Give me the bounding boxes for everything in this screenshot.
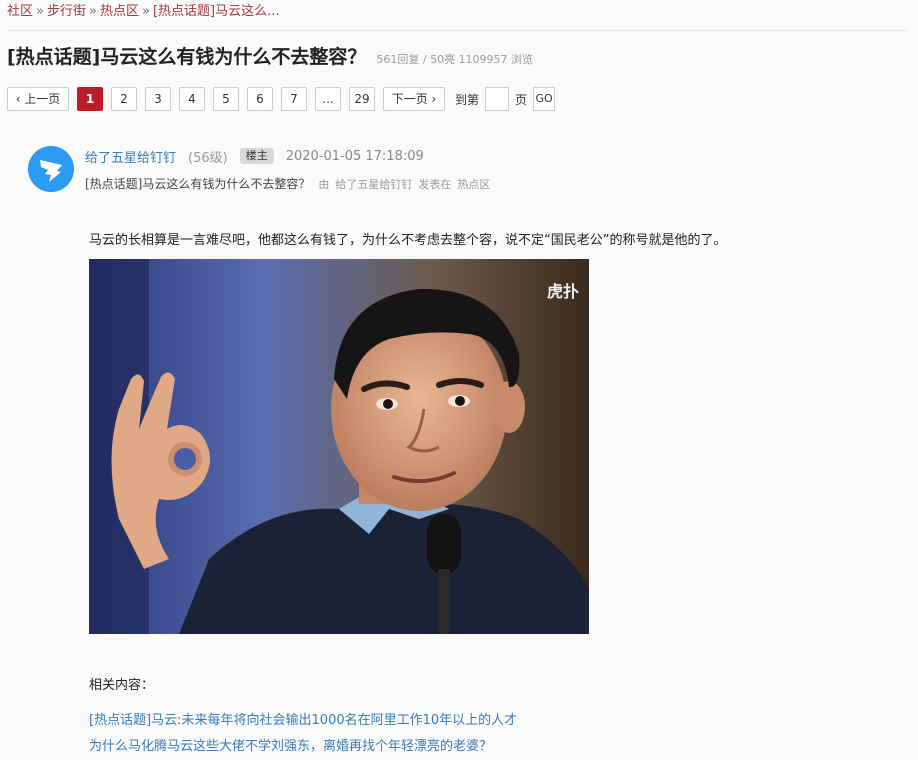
breadcrumb-hot-zone[interactable]: 热点区 [100,4,139,19]
page-button-5[interactable]: 5 [213,87,239,111]
go-button[interactable]: GO [533,87,556,111]
author-level: (56级) [188,150,228,166]
breadcrumb-separator: » [89,4,97,19]
page-ellipsis-button[interactable]: ... [315,87,341,111]
goto-page-input[interactable] [485,87,510,111]
goto-label: 到第 [455,92,480,107]
post-body-text: 马云的长相算是一言难尽吧，他都这么有钱了，为什么不考虑去整个容，说不定“国民老公… [89,233,727,248]
thread-title: [热点话题]马云这么有钱为什么不去整容？ [7,46,367,68]
breadcrumb-street[interactable]: 步行街 [47,4,86,19]
dingtalk-logo-icon [28,146,74,192]
portrait-image: 虎扑 [89,259,589,634]
breadcrumb-current-thread[interactable]: [热点话题]马云这么... [153,4,280,19]
thread-stats: 561回复 / 50亮 1109957 浏览 [376,53,534,66]
page-button-1[interactable]: 1 [77,87,103,111]
breadcrumb: 社区» 步行街» 热点区» [热点话题]马云这么... [7,3,280,21]
next-page-button[interactable]: 下一页 › [383,87,445,111]
related-link-1[interactable]: [热点话题]马云:未来每年将向社会输出1000名在阿里工作10年以上的人才 [89,709,517,728]
page-button-2[interactable]: 2 [111,87,137,111]
page-button-7[interactable]: 7 [281,87,307,111]
post-topic-row: [热点话题]马云这么有钱为什么不去整容？ 由 给了五星给钉钉 发表在 热点区 [85,175,490,192]
breadcrumb-community[interactable]: 社区 [7,4,33,19]
related-content-label: 相关内容： [89,678,155,693]
page-button-4[interactable]: 4 [179,87,205,111]
posted-in-label: 发表在 [418,177,452,191]
post-time: 2020-01-05 17:18:09 [285,148,424,164]
thread-header: [热点话题]马云这么有钱为什么不去整容？ 561回复 / 50亮 1109957… [7,42,533,69]
posted-in-board[interactable]: 热点区 [457,176,490,192]
posted-by-author[interactable]: 给了五星给钉钉 [335,176,412,192]
author-name-link[interactable]: 给了五星给钉钉 [85,147,176,166]
prev-page-button[interactable]: ‹ 上一页 [7,87,69,111]
posted-by-label: 由 [318,177,330,191]
photo-watermark: 虎扑 [547,282,579,301]
page-button-last[interactable]: 29 [349,87,375,111]
breadcrumb-separator: » [141,4,150,19]
related-link-2[interactable]: 为什么马化腾马云这些大佬不学刘强东，离婚再找个年轻漂亮的老婆？ [89,735,492,754]
post-author-row: 给了五星给钉钉 (56级) 楼主 2020-01-05 17:18:09 [85,147,424,166]
author-avatar[interactable] [28,146,74,192]
post-topic: [热点话题]马云这么有钱为什么不去整容？ [85,177,311,191]
page-button-6[interactable]: 6 [247,87,273,111]
page-button-3[interactable]: 3 [145,87,171,111]
page-unit-label: 页 [515,92,528,107]
breadcrumb-separator: » [36,4,44,19]
op-badge: 楼主 [239,148,274,164]
pagination: ‹ 上一页 1 2 3 4 5 6 7 ... 29 下一页 › 到第 页 GO [7,87,556,111]
header-divider [7,30,907,31]
post-photo[interactable]: 虎扑 [89,259,589,634]
